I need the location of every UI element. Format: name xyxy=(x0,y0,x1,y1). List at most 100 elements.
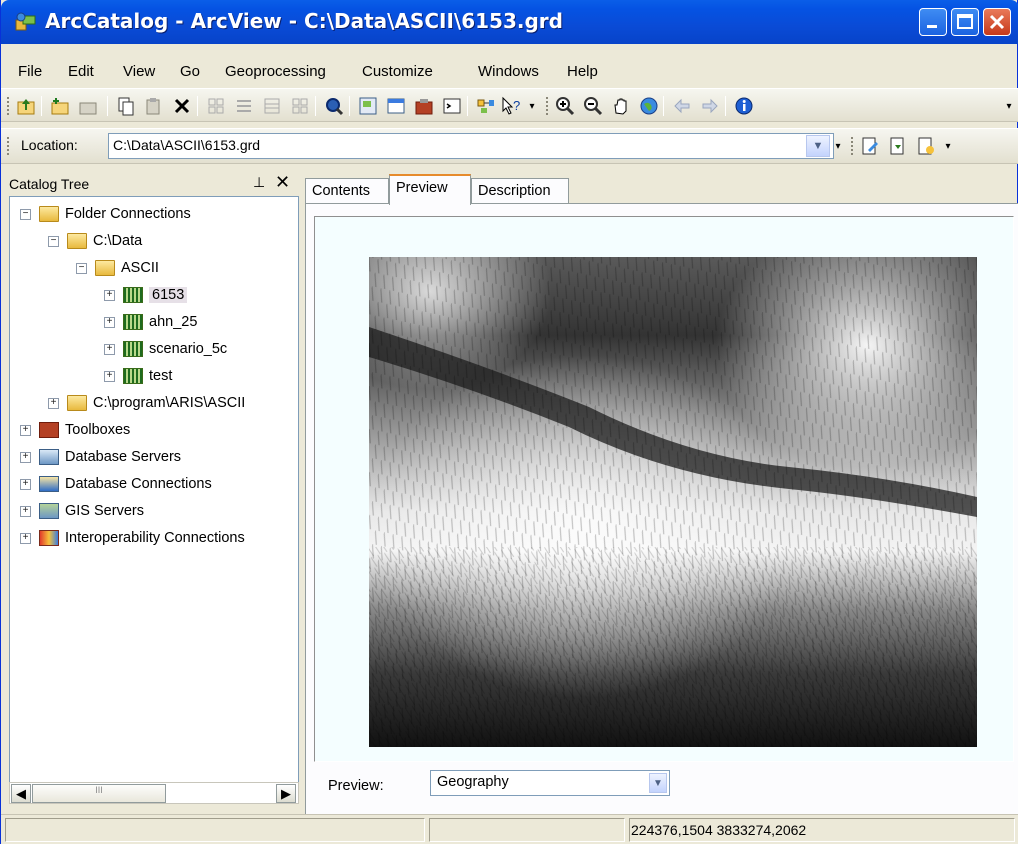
zoom-out-icon[interactable] xyxy=(582,95,604,117)
scrollbar-thumb[interactable]: III xyxy=(32,784,166,803)
menu-geoprocessing[interactable]: Geoprocessing xyxy=(225,63,326,80)
toolbar-overflow-icon[interactable]: ▾ xyxy=(1003,95,1015,117)
close-window-button[interactable] xyxy=(983,8,1011,36)
toolbar-grip[interactable] xyxy=(7,137,10,155)
scroll-right-button[interactable]: ▶ xyxy=(276,784,296,803)
expand-icon[interactable]: + xyxy=(104,316,115,328)
disconnect-folder-icon[interactable] xyxy=(77,95,99,117)
whats-this-icon[interactable]: ? xyxy=(501,95,523,117)
menu-customize[interactable]: Customize xyxy=(362,63,433,80)
close-pane-icon[interactable]: ✕ xyxy=(275,172,290,193)
menu-help[interactable]: Help xyxy=(567,63,598,80)
location-toolbar: Location: C:\Data\ASCII\6153.grd ▼ ▾ ▾ xyxy=(1,128,1018,164)
toolbar-grip[interactable] xyxy=(546,97,549,115)
python-window-icon[interactable] xyxy=(441,95,463,117)
toolbar-overflow-icon[interactable]: ▾ xyxy=(527,95,537,117)
catalog-window-icon[interactable] xyxy=(385,95,407,117)
metadata-edit-icon[interactable] xyxy=(859,135,881,157)
toolbar-grip[interactable] xyxy=(851,137,854,155)
expand-icon[interactable]: + xyxy=(20,478,31,490)
menu-edit[interactable]: Edit xyxy=(68,63,94,80)
raster-preview-image[interactable] xyxy=(369,257,977,747)
toolbar-overflow-icon[interactable]: ▾ xyxy=(833,135,843,157)
tree-item-database-servers[interactable]: + Database Servers xyxy=(20,446,181,468)
collapse-icon[interactable]: − xyxy=(20,208,31,220)
expand-icon[interactable]: + xyxy=(20,505,31,517)
tree-item-scenario-5c[interactable]: + scenario_5c xyxy=(104,338,227,360)
scroll-left-button[interactable]: ◀ xyxy=(11,784,31,803)
preview-panel: Preview: Geography ▼ xyxy=(305,203,1018,817)
preview-type-select[interactable]: Geography ▼ xyxy=(430,770,670,796)
expand-icon[interactable]: + xyxy=(104,343,115,355)
toolbar-overflow-icon[interactable]: ▾ xyxy=(943,135,953,157)
preview-type-dropdown-button[interactable]: ▼ xyxy=(649,773,667,793)
tab-contents[interactable]: Contents xyxy=(305,178,389,204)
tree-item-test[interactable]: + test xyxy=(104,365,172,387)
collapse-icon[interactable]: − xyxy=(48,235,59,247)
expand-icon[interactable]: + xyxy=(20,451,31,463)
raster-icon xyxy=(123,314,143,330)
thumbnails-icon[interactable] xyxy=(289,95,311,117)
tab-description[interactable]: Description xyxy=(471,178,569,204)
location-label: Location: xyxy=(21,137,78,153)
expand-icon[interactable]: + xyxy=(20,532,31,544)
arctoolbox-icon[interactable] xyxy=(413,95,435,117)
pin-icon[interactable]: ⊥ xyxy=(253,174,265,191)
identify-icon[interactable] xyxy=(733,95,755,117)
zoom-in-icon[interactable] xyxy=(554,95,576,117)
arccatalog-window: ArcCatalog - ArcView - C:\Data\ASCII\615… xyxy=(0,0,1018,844)
tree-item-6153[interactable]: + 6153 xyxy=(104,284,188,306)
preview-frame xyxy=(314,216,1014,762)
large-icons-icon[interactable] xyxy=(205,95,227,117)
up-one-level-icon[interactable] xyxy=(15,95,37,117)
maximize-button[interactable] xyxy=(951,8,979,36)
menu-windows[interactable]: Windows xyxy=(478,63,539,80)
menu-bar: File Edit View Go Geoprocessing Customiz… xyxy=(1,56,1018,88)
location-dropdown-button[interactable]: ▼ xyxy=(806,135,830,157)
tab-preview[interactable]: Preview xyxy=(389,174,471,205)
modelbuilder-icon[interactable] xyxy=(475,95,497,117)
tree-item-c-program-aris-ascii[interactable]: + C:\program\ARIS\ASCII xyxy=(48,392,245,414)
expand-icon[interactable]: + xyxy=(104,289,115,301)
forward-icon[interactable] xyxy=(699,95,721,117)
tree-item-ahn-25[interactable]: + ahn_25 xyxy=(104,311,197,333)
back-icon[interactable] xyxy=(671,95,693,117)
menu-go[interactable]: Go xyxy=(180,63,200,80)
interoperability-icon xyxy=(39,530,59,546)
search-icon[interactable] xyxy=(323,95,345,117)
tree-item-c-data[interactable]: − C:\Data xyxy=(48,230,142,252)
tree-item-gis-servers[interactable]: + GIS Servers xyxy=(20,500,144,522)
details-view-icon[interactable] xyxy=(261,95,283,117)
delete-icon[interactable] xyxy=(171,95,193,117)
tree-item-label: Toolboxes xyxy=(65,422,131,438)
menu-file[interactable]: File xyxy=(18,63,42,80)
tree-item-database-connections[interactable]: + Database Connections xyxy=(20,473,212,495)
folder-icon xyxy=(95,260,115,276)
collapse-icon[interactable]: − xyxy=(76,262,87,274)
tree-item-folder-connections[interactable]: − Folder Connections xyxy=(20,203,191,225)
full-extent-icon[interactable] xyxy=(638,95,660,117)
minimize-icon xyxy=(927,25,937,28)
list-view-icon[interactable] xyxy=(233,95,255,117)
paste-icon[interactable] xyxy=(143,95,165,117)
tree-item-ascii[interactable]: − ASCII xyxy=(76,257,159,279)
expand-icon[interactable]: + xyxy=(48,397,59,409)
tree-item-label: Folder Connections xyxy=(65,206,191,222)
metadata-export-icon[interactable] xyxy=(915,135,937,157)
expand-icon[interactable]: + xyxy=(20,424,31,436)
arrow-right-icon: ▶ xyxy=(281,785,291,801)
copy-icon[interactable] xyxy=(115,95,137,117)
location-input[interactable]: C:\Data\ASCII\6153.grd xyxy=(108,133,834,159)
pan-icon[interactable] xyxy=(610,95,632,117)
metadata-import-icon[interactable] xyxy=(887,135,909,157)
menu-view[interactable]: View xyxy=(123,63,155,80)
tree-item-toolboxes[interactable]: + Toolboxes xyxy=(20,419,130,441)
toolbar-grip[interactable] xyxy=(7,97,10,115)
minimize-button[interactable] xyxy=(919,8,947,36)
tree-horizontal-scrollbar[interactable]: ◀ III ▶ xyxy=(9,782,299,804)
expand-icon[interactable]: + xyxy=(104,370,115,382)
connect-folder-icon[interactable] xyxy=(49,95,71,117)
launch-arcmap-icon[interactable] xyxy=(357,95,379,117)
status-cell-empty xyxy=(429,818,625,842)
tree-item-interoperability-connections[interactable]: + Interoperability Connections xyxy=(20,527,245,549)
